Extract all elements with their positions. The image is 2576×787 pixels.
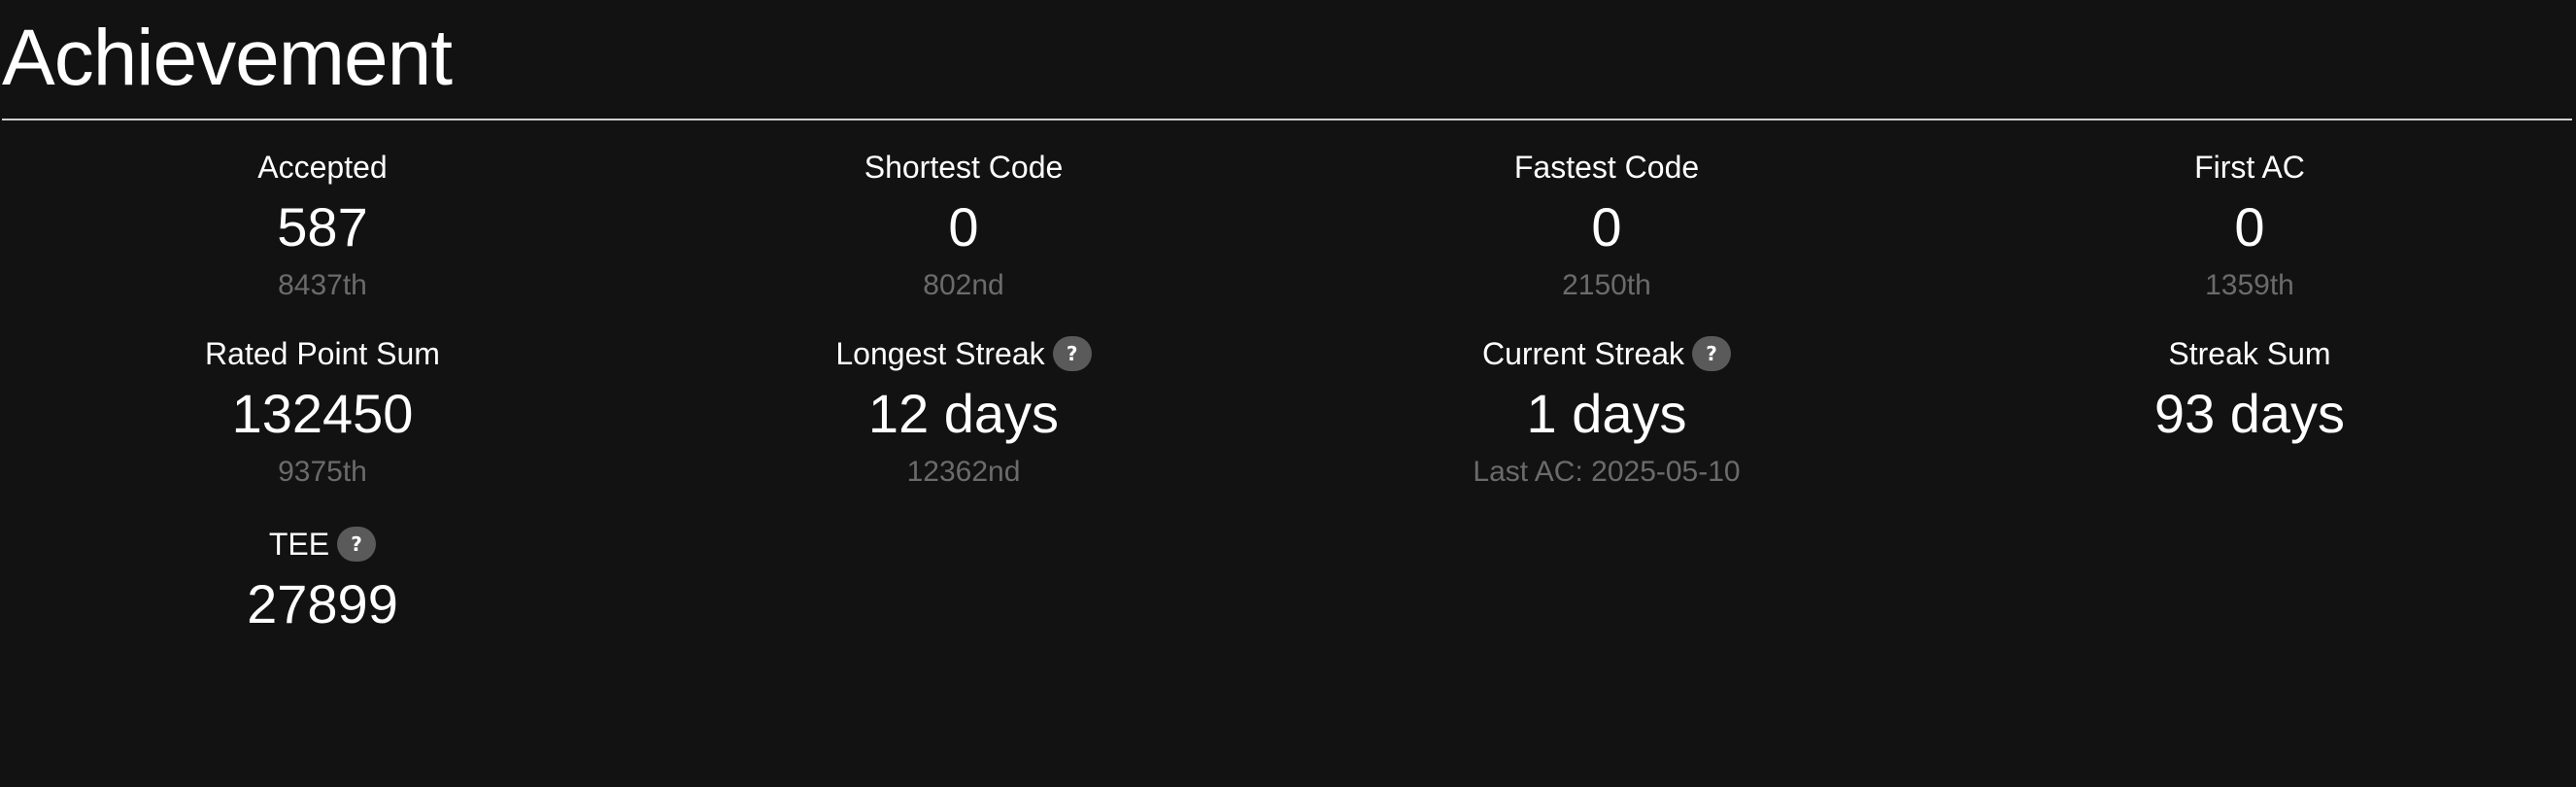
stat-value: 12 days [867, 383, 1060, 444]
stat-shortest-code: Shortest Code 0 802nd [643, 148, 1284, 305]
stat-label: Longest Streak ? [835, 334, 1092, 373]
stat-rank: 2150th [1562, 269, 1651, 301]
stat-label: Rated Point Sum [205, 336, 440, 371]
stat-value: 0 [948, 196, 979, 257]
stat-fastest-code: Fastest Code 0 2150th [1286, 148, 1927, 305]
stat-label: Accepted [257, 150, 388, 185]
stat-rank: 9375th [278, 456, 367, 488]
stat-value: 0 [2234, 196, 2265, 257]
stat-streak-sum: Streak Sum 93 days [1929, 334, 2570, 447]
achievement-page: Achievement Accepted 587 8437th Rated Po… [0, 0, 2576, 787]
stat-label: First AC [2194, 150, 2305, 185]
stat-value: 1 days [1526, 383, 1687, 444]
divider [2, 119, 2572, 120]
stat-first-ac: First AC 0 1359th [1929, 148, 2570, 305]
help-icon[interactable]: ? [337, 527, 377, 562]
section-title: Achievement [2, 14, 453, 102]
help-icon[interactable]: ? [1692, 336, 1732, 371]
stat-value: 587 [277, 196, 368, 257]
stat-label: TEE ? [269, 525, 377, 564]
stat-rank: 1359th [2205, 269, 2294, 301]
stat-value: 0 [1591, 196, 1622, 257]
stat-value: 132450 [231, 383, 414, 444]
stat-label: Current Streak ? [1482, 334, 1732, 373]
stat-current-streak: Current Streak ? 1 days Last AC: 2025-05… [1286, 334, 1927, 492]
stat-label: Shortest Code [864, 150, 1064, 185]
stat-longest-streak: Longest Streak ? 12 days 12362nd [643, 334, 1284, 492]
last-ac-date: Last AC: 2025-05-10 [1473, 456, 1741, 488]
stat-label: Fastest Code [1513, 150, 1700, 185]
help-icon[interactable]: ? [1052, 336, 1092, 371]
stat-accepted: Accepted 587 8437th [2, 148, 643, 305]
stat-rank: 12362nd [906, 456, 1021, 488]
stat-rank: 802nd [923, 269, 1004, 301]
stat-rated-point-sum: Rated Point Sum 132450 9375th [2, 334, 643, 492]
stat-value: 93 days [2153, 383, 2346, 444]
stat-tee: TEE ? 27899 [2, 525, 643, 637]
stat-value: 27899 [247, 573, 398, 634]
stat-label: Streak Sum [2168, 336, 2331, 371]
stat-rank: 8437th [278, 269, 367, 301]
